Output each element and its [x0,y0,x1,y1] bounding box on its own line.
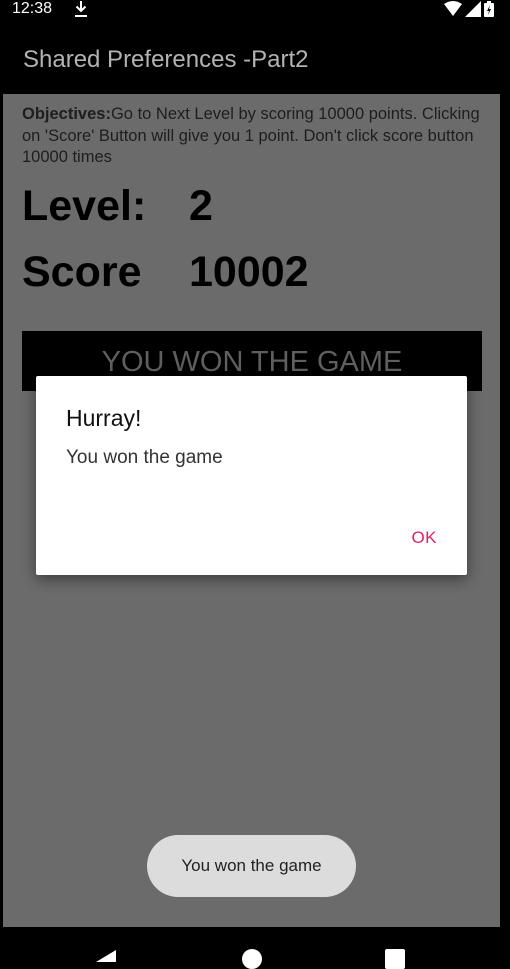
status-bar: 12:38 [0,0,510,22]
alert-dialog: Hurray! You won the game OK [36,376,467,575]
battery-icon [484,1,494,17]
download-icon [75,1,87,17]
score-value: 10002 [189,248,309,296]
app-bar: Shared Preferences -Part2 [0,22,510,94]
app-title: Shared Preferences -Part2 [23,46,309,73]
dialog-title: Hurray! [66,405,142,431]
level-value: 2 [189,182,213,230]
level-label: Level: [22,182,147,230]
status-icons [444,1,494,17]
objectives-label: Objectives: [22,105,111,123]
score-label: Score [22,248,142,296]
back-icon[interactable] [96,947,116,962]
won-game-button-label: YOU WON THE GAME [101,346,403,378]
home-icon[interactable] [242,949,262,969]
wifi-icon [444,1,462,16]
dialog-ok-button[interactable]: OK [411,527,437,549]
status-time: 12:38 [12,0,53,17]
signal-icon [465,1,481,17]
dialog-message: You won the game [66,447,223,468]
recents-icon[interactable] [385,949,405,969]
objectives-text: Objectives:Go to Next Level by scoring 1… [22,104,492,169]
toast-text: You won the game [181,856,322,875]
toast-message: You won the game [147,835,356,897]
navigation-bar [0,927,510,969]
